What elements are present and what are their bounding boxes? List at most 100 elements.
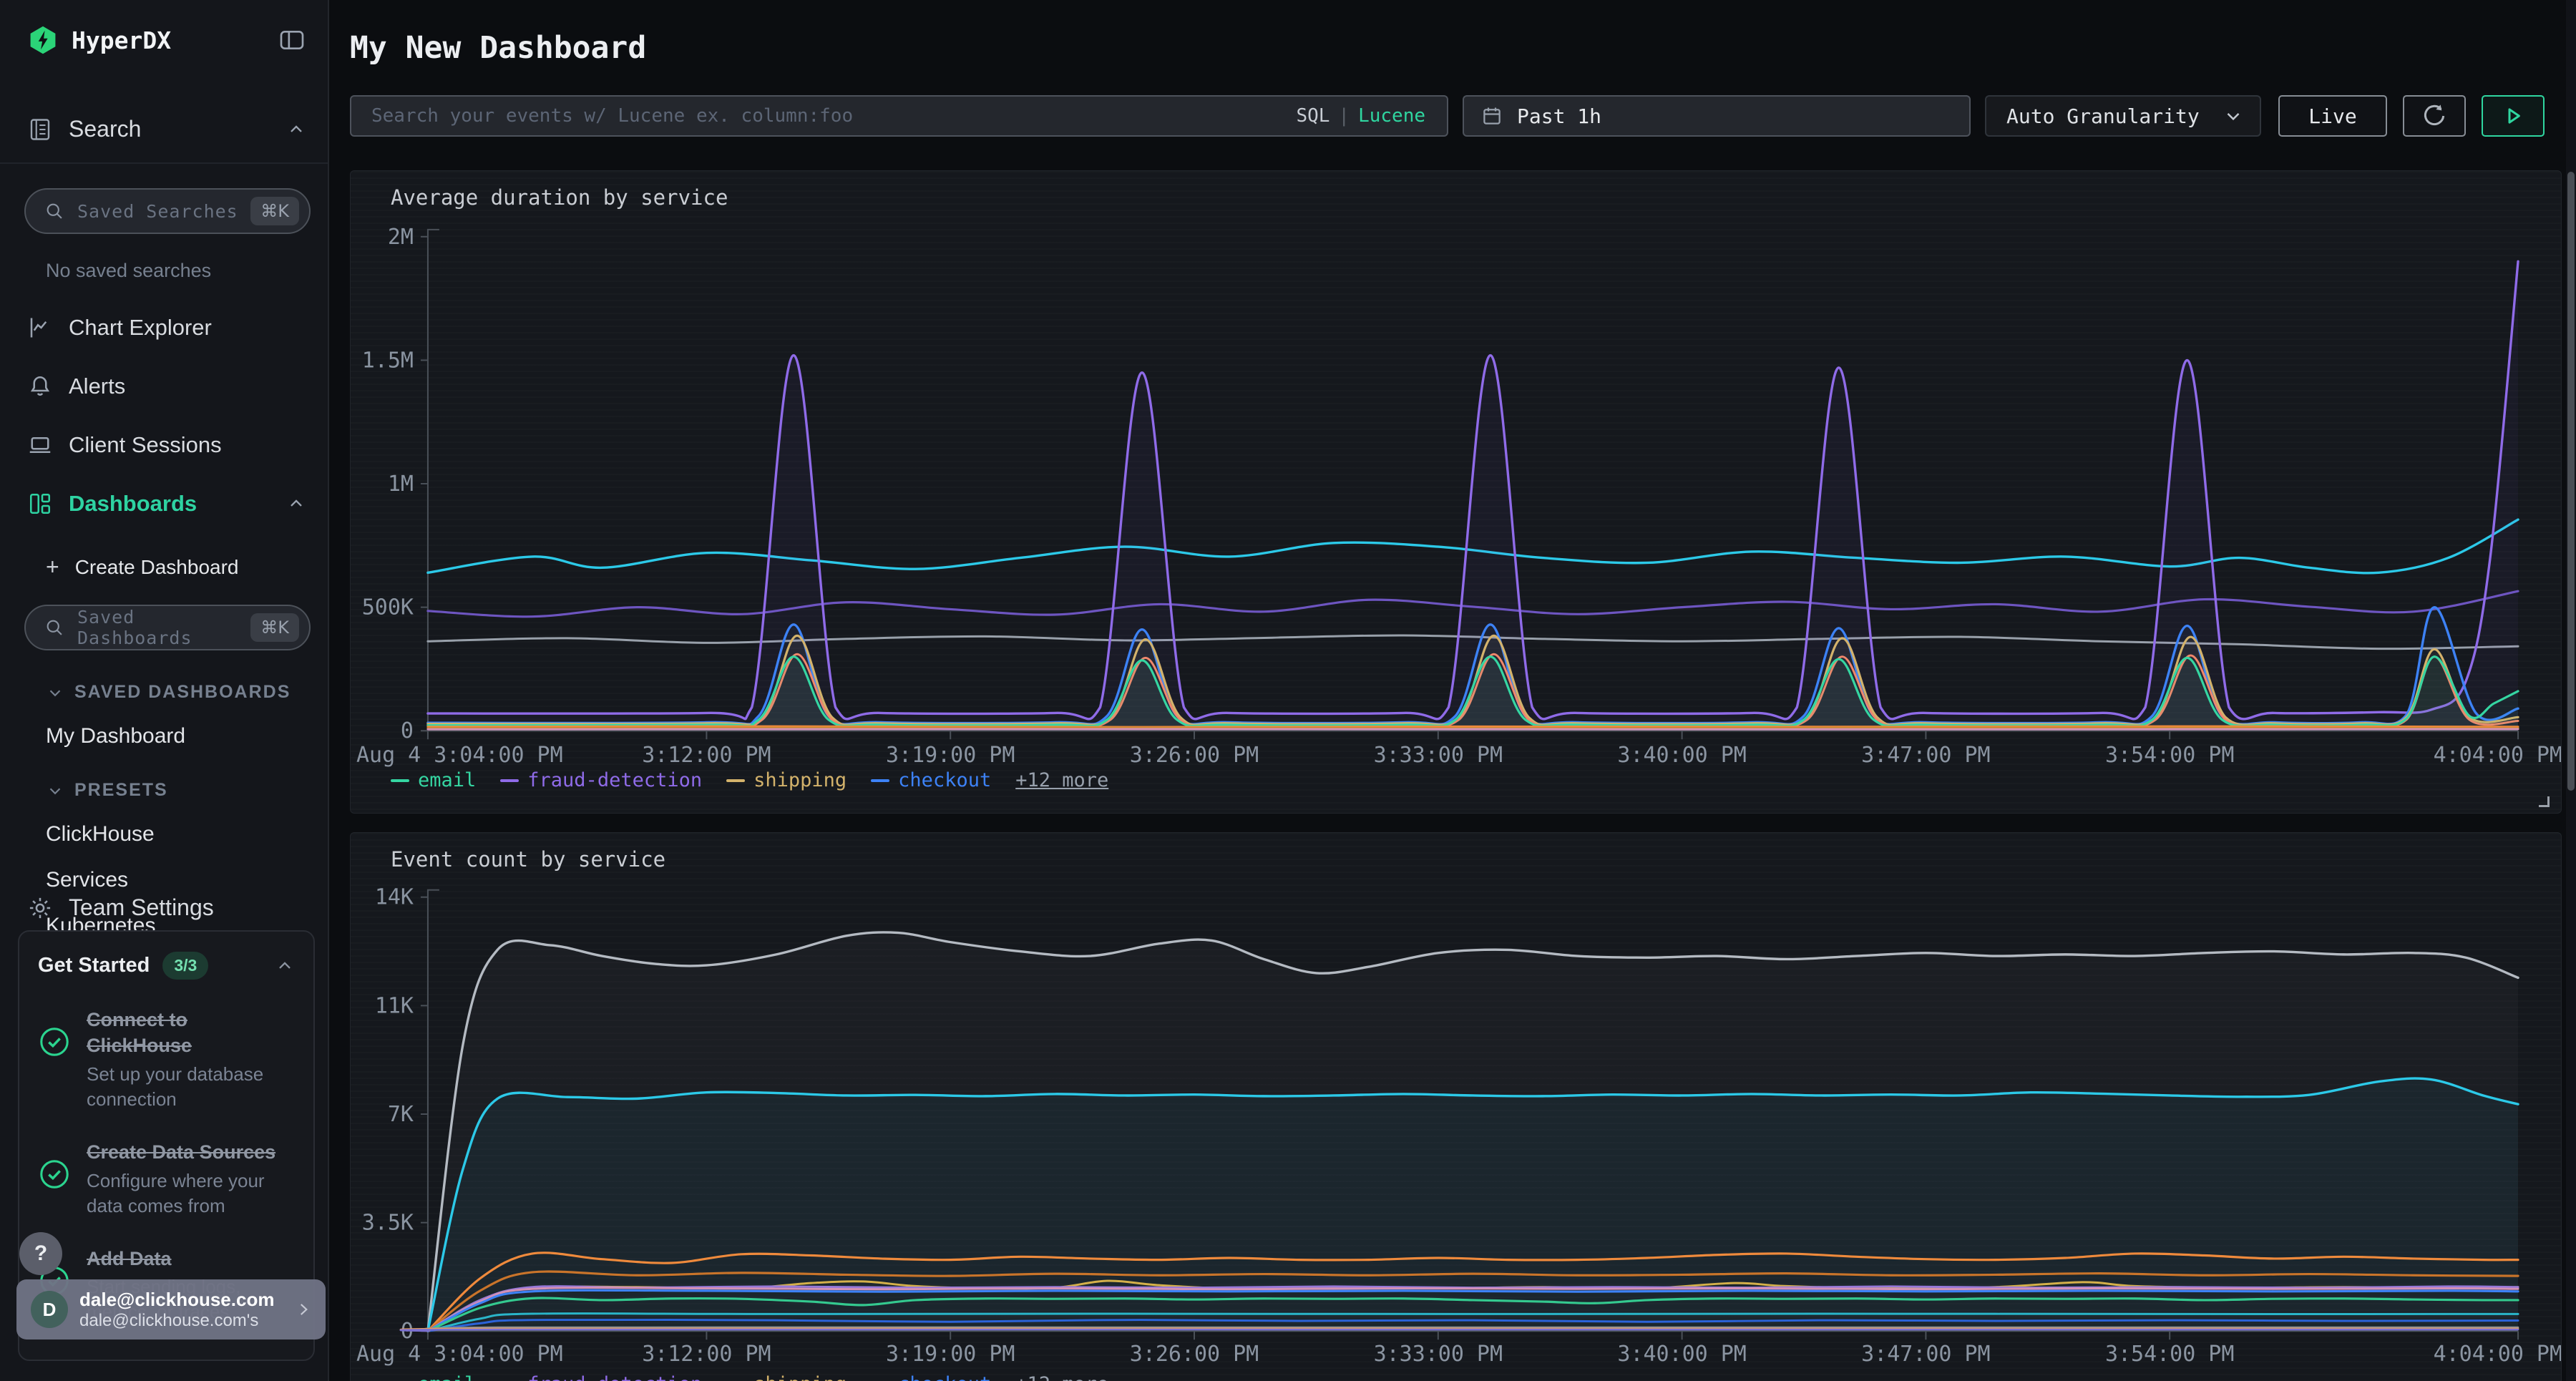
refresh-button[interactable]	[2403, 95, 2466, 137]
svg-text:1M: 1M	[388, 472, 414, 497]
sidebar-item-clickhouse[interactable]: ClickHouse	[46, 822, 328, 846]
legend-label: shipping	[753, 1373, 847, 1381]
create-dashboard-button[interactable]: + Create Dashboard	[46, 554, 328, 580]
presets-section-toggle[interactable]: PRESETS	[46, 780, 328, 801]
chevron-down-icon	[2223, 105, 2244, 127]
svg-text:3:12:00 PM: 3:12:00 PM	[642, 1342, 771, 1367]
event-search-input[interactable]: Search your events w/ Lucene ex. column:…	[350, 95, 1448, 137]
legend-dash-icon	[871, 779, 889, 782]
sidebar-item-chart-explorer[interactable]: Chart Explorer	[0, 315, 328, 341]
sidebar-item-team-settings[interactable]: Team Settings	[27, 894, 214, 921]
step-desc: Configure where your data comes from	[87, 1168, 295, 1219]
calendar-icon	[1481, 105, 1503, 127]
scrollbar-thumb[interactable]	[2567, 172, 2575, 791]
saved-dashboards-input[interactable]: Saved Dashboards ⌘K	[24, 605, 311, 650]
no-saved-searches-text: No saved searches	[46, 260, 328, 282]
help-button[interactable]: ?	[19, 1232, 62, 1275]
search-section-icon	[27, 117, 53, 142]
legend-label: shipping	[753, 769, 847, 791]
legend-label: checkout	[898, 1373, 991, 1381]
legend-item[interactable]: email	[391, 769, 476, 791]
legend-more-link[interactable]: +12 more	[1015, 1373, 1108, 1381]
app-title: HyperDX	[72, 26, 278, 54]
chart-panel-event-count: Event count by service 14K11K7K3.5K0Aug …	[350, 832, 2562, 1381]
toggle-separator: |	[1338, 105, 1350, 127]
live-button[interactable]: Live	[2278, 95, 2387, 137]
query-language-toggle[interactable]: SQL | Lucene	[1296, 105, 1425, 127]
saved-dashboards-section-toggle[interactable]: SAVED DASHBOARDS	[46, 682, 328, 703]
svg-text:0: 0	[401, 718, 414, 743]
hyperdx-app: HyperDX Search	[0, 0, 2576, 1381]
time-range-picker[interactable]: Past 1h	[1463, 95, 1971, 137]
get-started-step-sources[interactable]: Create Data Sources Configure where your…	[38, 1139, 295, 1219]
sql-toggle[interactable]: SQL	[1296, 105, 1330, 127]
sidebar-section-search[interactable]: Search	[0, 116, 328, 142]
avg-duration-chart[interactable]: 2M1.5M1M500K0Aug 4 3:04:00 PM3:12:00 PM3…	[351, 171, 2561, 813]
legend-item[interactable]: fraud-detection	[500, 1373, 702, 1381]
svg-text:3:54:00 PM: 3:54:00 PM	[2105, 1342, 2234, 1367]
legend-item[interactable]: shipping	[726, 1373, 847, 1381]
sidebar-divider	[0, 162, 328, 164]
legend-dash-icon	[391, 779, 409, 782]
legend-more-link[interactable]: +12 more	[1015, 769, 1108, 791]
page-scrollbar[interactable]	[2566, 0, 2576, 1381]
sidebar-collapse-icon[interactable]	[278, 26, 306, 54]
step-desc: Set up your database connection	[87, 1062, 295, 1112]
granularity-select[interactable]: Auto Granularity	[1985, 95, 2261, 137]
main-content: My New Dashboard Search your events w/ L…	[331, 0, 2576, 1381]
sidebar-item-label: Alerts	[69, 374, 306, 399]
svg-text:3:12:00 PM: 3:12:00 PM	[642, 743, 771, 768]
legend-item[interactable]: email	[391, 1373, 476, 1381]
legend-item[interactable]: fraud-detection	[500, 769, 702, 791]
search-section-label: Search	[69, 116, 286, 142]
svg-text:3:26:00 PM: 3:26:00 PM	[1130, 1342, 1259, 1367]
sidebar-item-my-dashboard[interactable]: My Dashboard	[46, 724, 328, 748]
hyperdx-logo-icon	[27, 24, 59, 56]
legend-label: fraud-detection	[527, 769, 702, 791]
saved-searches-input[interactable]: Saved Searches ⌘K	[24, 188, 311, 234]
dashboards-icon	[27, 491, 53, 517]
run-query-button[interactable]	[2482, 95, 2545, 137]
svg-text:14K: 14K	[375, 885, 414, 910]
legend-dash-icon	[500, 779, 519, 782]
chart-panel-avg-duration: Average duration by service 2M1.5M1M500K…	[350, 170, 2562, 814]
legend-item[interactable]: checkout	[871, 769, 991, 791]
step-title: Create Data Sources	[87, 1139, 295, 1165]
svg-text:3:40:00 PM: 3:40:00 PM	[1617, 743, 1746, 768]
lucene-toggle[interactable]: Lucene	[1358, 105, 1425, 127]
panel-resize-handle[interactable]	[2539, 796, 2550, 807]
svg-text:3:19:00 PM: 3:19:00 PM	[886, 1342, 1015, 1367]
sidebar-item-alerts[interactable]: Alerts	[0, 374, 328, 399]
user-menu[interactable]: D dale@clickhouse.com dale@clickhouse.co…	[16, 1279, 326, 1339]
svg-text:3:54:00 PM: 3:54:00 PM	[2105, 743, 2234, 768]
event-count-chart[interactable]: 14K11K7K3.5K0Aug 4 3:04:00 PM3:12:00 PM3…	[351, 833, 2561, 1381]
search-icon	[44, 618, 64, 638]
kbd-shortcut-badge: ⌘K	[250, 197, 299, 225]
plus-icon: +	[46, 554, 59, 580]
legend-dash-icon	[726, 779, 745, 782]
refresh-icon	[2420, 102, 2449, 130]
sidebar-item-label: Client Sessions	[69, 432, 306, 458]
svg-text:3:19:00 PM: 3:19:00 PM	[886, 743, 1015, 768]
create-dashboard-label: Create Dashboard	[75, 556, 239, 579]
sidebar-item-label: Chart Explorer	[69, 315, 306, 341]
dashboard-controls: Search your events w/ Lucene ex. column:…	[350, 95, 2545, 137]
sidebar-item-services[interactable]: Services	[46, 868, 328, 892]
sidebar-item-client-sessions[interactable]: Client Sessions	[0, 432, 328, 458]
get-started-step-connect[interactable]: Connect to ClickHouse Set up your databa…	[38, 1007, 295, 1112]
chart-title: Average duration by service	[391, 185, 728, 210]
saved-dashboards-header: SAVED DASHBOARDS	[74, 682, 291, 703]
legend-item[interactable]: shipping	[726, 769, 847, 791]
legend-item[interactable]: checkout	[871, 1373, 991, 1381]
chart-legend: email fraud-detection shipping checkout +12 …	[391, 769, 1108, 791]
page-title: My New Dashboard	[350, 30, 646, 66]
step-title: Add Data	[87, 1246, 295, 1272]
chevron-up-icon[interactable]	[275, 956, 295, 976]
svg-text:11K: 11K	[375, 993, 414, 1018]
kbd-shortcut-badge: ⌘K	[250, 613, 299, 642]
get-started-progress-badge: 3/3	[162, 952, 208, 980]
user-email: dale@clickhouse.com	[79, 1289, 294, 1311]
chevron-up-icon	[286, 119, 306, 140]
sidebar-item-dashboards[interactable]: Dashboards	[0, 491, 328, 517]
team-settings-label: Team Settings	[69, 894, 214, 921]
